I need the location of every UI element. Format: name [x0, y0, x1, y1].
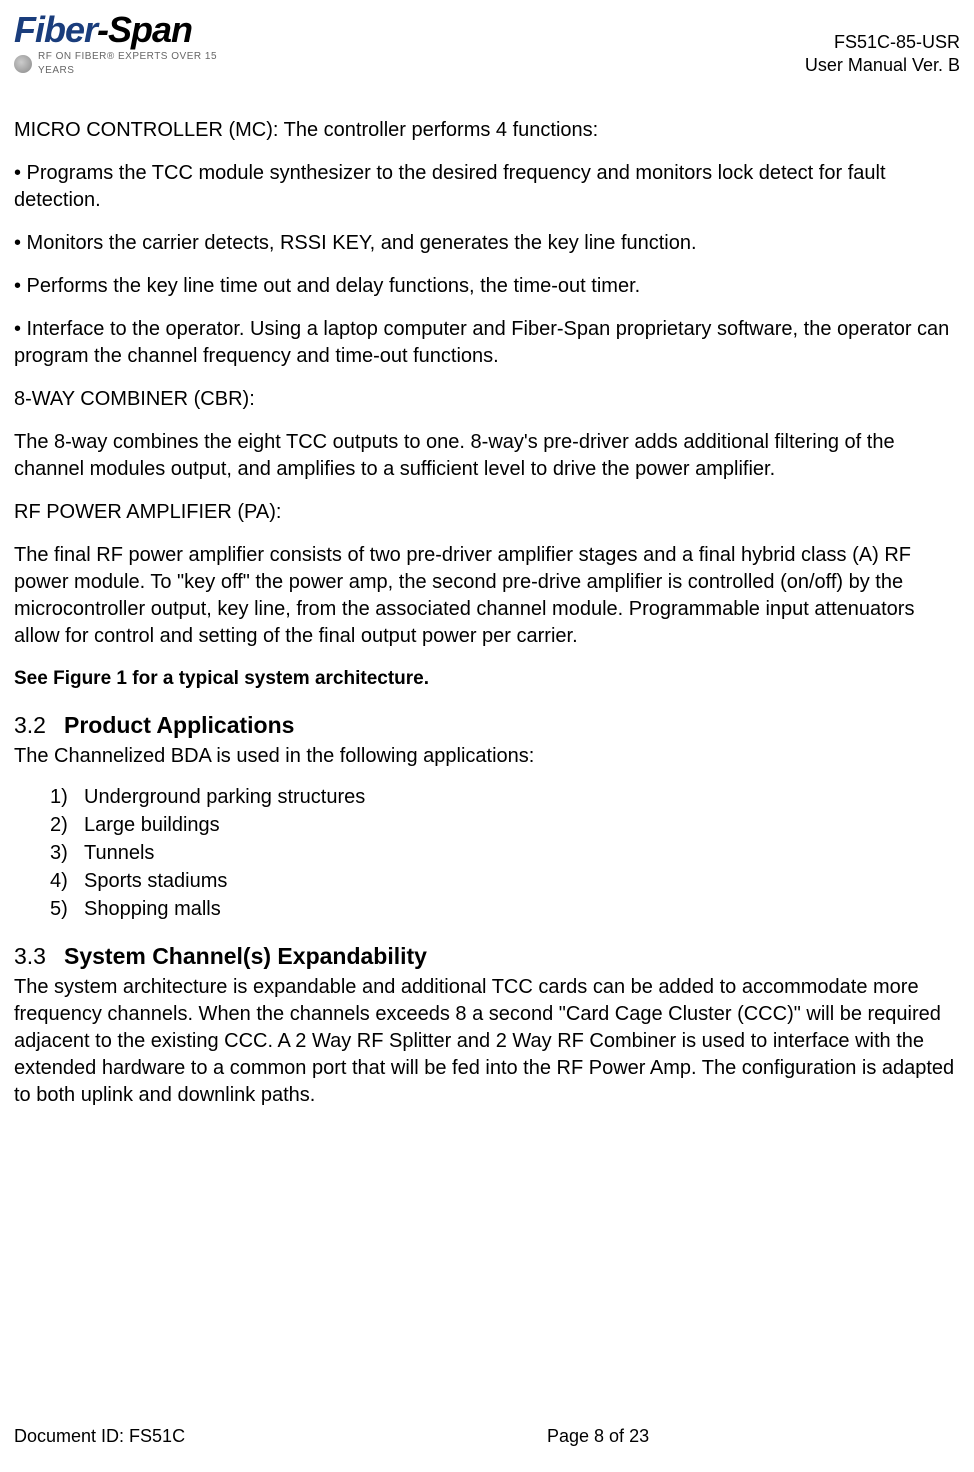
page-header: Fiber-Span RF ON FIBER® EXPERTS OVER 15 … [14, 14, 960, 77]
applications-list: 1)Underground parking structures 2)Large… [50, 784, 960, 923]
pa-body: The final RF power amplifier consists of… [14, 542, 960, 650]
list-text: Sports stadiums [84, 870, 227, 892]
section-3-3-number: 3.3 [14, 943, 46, 969]
logo-word-span: Span [108, 9, 192, 50]
section-3-3-heading: 3.3 System Channel(s) Expandability [14, 941, 960, 972]
logo-wordmark: Fiber-Span [14, 14, 254, 46]
page-content: MICRO CONTROLLER (MC): The controller pe… [14, 117, 960, 1109]
section-3-2-title: Product Applications [64, 712, 294, 738]
list-item: 3)Tunnels [50, 840, 960, 867]
section-3-2-intro: The Channelized BDA is used in the follo… [14, 743, 960, 770]
doc-code: FS51C-85-USR [805, 31, 960, 54]
list-num: 3) [50, 840, 84, 867]
list-item: 5)Shopping malls [50, 896, 960, 923]
mc-bullet-1: • Programs the TCC module synthesizer to… [14, 160, 960, 214]
section-3-2-heading: 3.2 Product Applications [14, 710, 960, 741]
doc-meta: FS51C-85-USR User Manual Ver. B [805, 31, 960, 78]
globe-icon [14, 55, 32, 73]
mc-intro: MICRO CONTROLLER (MC): The controller pe… [14, 117, 960, 144]
pa-heading: RF POWER AMPLIFIER (PA): [14, 499, 960, 526]
footer-doc-id: Document ID: FS51C [14, 1424, 427, 1448]
mc-bullet-4: • Interface to the operator. Using a lap… [14, 316, 960, 370]
list-num: 4) [50, 868, 84, 895]
mc-bullet-3: • Performs the key line time out and del… [14, 273, 960, 300]
logo-word-fiber: Fiber [14, 9, 97, 50]
list-num: 1) [50, 784, 84, 811]
cbr-body: The 8-way combines the eight TCC outputs… [14, 429, 960, 483]
section-3-3-title: System Channel(s) Expandability [64, 943, 427, 969]
doc-version: User Manual Ver. B [805, 54, 960, 77]
cbr-heading: 8-WAY COMBINER (CBR): [14, 386, 960, 413]
list-text: Shopping malls [84, 898, 221, 920]
logo-dash: - [97, 9, 108, 50]
logo-tagline: RF ON FIBER® EXPERTS OVER 15 YEARS [38, 50, 254, 77]
footer-page-number: Page 8 of 23 [427, 1424, 960, 1448]
page-footer: Document ID: FS51C Page 8 of 23 [14, 1424, 960, 1448]
mc-bullet-2: • Monitors the carrier detects, RSSI KEY… [14, 230, 960, 257]
logo: Fiber-Span RF ON FIBER® EXPERTS OVER 15 … [14, 14, 254, 77]
logo-tagline-row: RF ON FIBER® EXPERTS OVER 15 YEARS [14, 50, 254, 77]
list-num: 2) [50, 812, 84, 839]
list-num: 5) [50, 896, 84, 923]
section-3-2-number: 3.2 [14, 712, 46, 738]
list-item: 1)Underground parking structures [50, 784, 960, 811]
list-text: Large buildings [84, 814, 220, 836]
list-item: 2)Large buildings [50, 812, 960, 839]
list-text: Tunnels [84, 842, 154, 864]
section-3-3-body: The system architecture is expandable an… [14, 974, 960, 1109]
list-item: 4)Sports stadiums [50, 868, 960, 895]
list-text: Underground parking structures [84, 786, 365, 808]
see-figure: See Figure 1 for a typical system archit… [14, 666, 960, 692]
